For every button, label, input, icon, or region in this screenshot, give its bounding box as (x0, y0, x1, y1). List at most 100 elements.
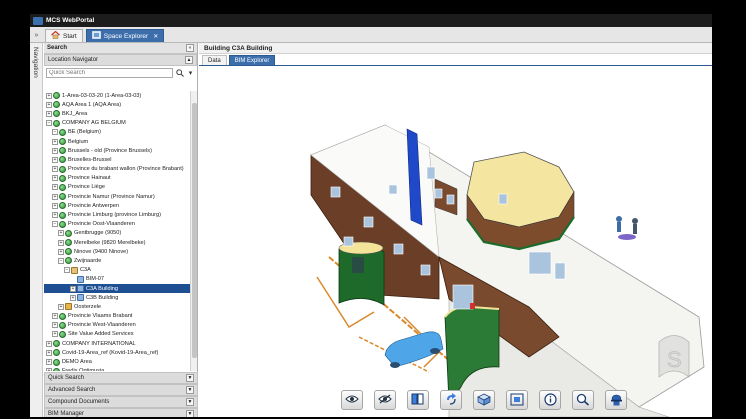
expand-node-icon[interactable]: + (46, 101, 52, 108)
expand-node-icon[interactable]: + (52, 166, 58, 173)
building-3d-model[interactable]: S (199, 67, 712, 417)
expand-node-icon[interactable]: + (52, 175, 58, 182)
tree-node[interactable]: + Province Hainaut (44, 174, 190, 183)
tree-node[interactable]: BIM-07 (44, 275, 190, 284)
cube-view-button[interactable] (473, 390, 495, 410)
tree-node[interactable]: + Provincie Limburg (province Limburg) (44, 210, 190, 219)
tree-node[interactable]: + Ninove (9400 Ninove) (44, 247, 190, 256)
tree-node[interactable]: + Fredis Optimusia (44, 367, 190, 371)
expand-node-icon[interactable]: + (52, 331, 58, 338)
tree-node[interactable]: + Province du brabant wallon (Province Br… (44, 165, 190, 174)
expand-node-icon[interactable]: + (58, 230, 64, 237)
tree-node[interactable]: + Covid-19-Area_ref (Kovid-19-Area_ref) (44, 348, 190, 357)
tree-node[interactable]: + Province Liège (44, 183, 190, 192)
worker-button[interactable] (605, 390, 627, 410)
split-view-button[interactable] (407, 390, 429, 410)
tree-node[interactable]: + Merelbeke (9820 Merelbeke) (44, 238, 190, 247)
location-navigator-header[interactable]: Location Navigator ▲ (44, 54, 197, 66)
zoom-button[interactable] (572, 390, 594, 410)
tree-node[interactable]: + Oosterzele (44, 302, 190, 311)
accordion-quick-search[interactable]: Quick Search ▼ (44, 372, 198, 384)
chevron-down-icon[interactable]: ▾ (186, 68, 195, 77)
expand-node-icon[interactable]: + (46, 368, 52, 371)
expand-node-icon[interactable]: + (52, 138, 58, 145)
tab-start[interactable]: Start (45, 29, 83, 42)
tree-node[interactable]: + Provincie West-Vlaanderen (44, 321, 190, 330)
tree-node[interactable]: + C3B Building (44, 293, 190, 302)
navigation-rail[interactable]: Navigation (30, 43, 43, 417)
expand-navigation-icon[interactable]: » (30, 28, 43, 42)
content-subtabs: Data BIM Explorer (199, 54, 712, 66)
chevron-up-icon[interactable]: ▲ (185, 56, 193, 64)
tree-node[interactable]: + COMPANY INTERNATIONAL (44, 339, 190, 348)
cube-view-icon (477, 393, 491, 408)
tree-node[interactable]: + Provincie Antwerpen (44, 201, 190, 210)
expand-node-icon[interactable]: + (58, 239, 64, 246)
expand-node-icon[interactable]: + (46, 349, 52, 356)
expand-node-icon[interactable]: + (46, 340, 52, 347)
tree-node[interactable]: − COMPANY AG BELGIUM (44, 119, 190, 128)
expand-node-icon[interactable]: + (70, 294, 76, 301)
expand-node-icon[interactable]: + (52, 313, 58, 320)
info-button[interactable] (539, 390, 561, 410)
expand-node-icon[interactable]: + (52, 193, 58, 200)
expand-node-icon[interactable]: + (52, 202, 58, 209)
tree-node[interactable]: + Brussels - old (Province Brussels) (44, 146, 190, 155)
accordion-compound-documents[interactable]: Compound Documents ▼ (44, 396, 198, 408)
search-icon[interactable] (175, 68, 184, 77)
collapse-node-icon[interactable]: − (64, 267, 70, 274)
expand-node-icon[interactable]: + (46, 359, 52, 366)
collapse-node-icon[interactable]: − (52, 129, 58, 136)
accordion-advanced-search[interactable]: Advanced Search ▼ (44, 384, 198, 396)
chevron-down-icon[interactable]: ▼ (186, 374, 194, 382)
tree-node[interactable]: − Zwijnaarde (44, 256, 190, 265)
tree-scrollbar-thumb[interactable] (192, 103, 197, 358)
tree-node[interactable]: + Site Value Added Services (44, 330, 190, 339)
tab-space-explorer[interactable]: Space Explorer ✕ (85, 29, 165, 42)
tree-node-label: Gentbrugge (9050) (74, 230, 122, 237)
hide-elements-button[interactable] (374, 390, 396, 410)
expand-node-icon[interactable]: + (52, 184, 58, 191)
fit-view-button[interactable] (506, 390, 528, 410)
chevron-down-icon[interactable]: ▼ (186, 398, 194, 406)
chevron-down-icon[interactable]: ▼ (186, 410, 194, 417)
tree-node[interactable]: + BKJ_Area (44, 109, 190, 118)
quick-search-input[interactable] (46, 67, 173, 78)
subtab-data[interactable]: Data (202, 55, 227, 65)
close-icon[interactable]: ✕ (153, 33, 158, 40)
bim-viewer[interactable]: S (199, 67, 712, 417)
tree-node[interactable]: + DEMO Area (44, 357, 190, 366)
collapse-node-icon[interactable]: − (46, 120, 52, 127)
tree-node[interactable]: + Belgium (44, 137, 190, 146)
tree-node[interactable]: + Provincie Namur (Province Namur) (44, 192, 190, 201)
tree-node[interactable]: + C3A Building (44, 283, 190, 294)
expand-node-icon[interactable]: + (58, 303, 64, 310)
tree-node[interactable]: − BE (Belgium) (44, 128, 190, 137)
subtab-bim-explorer[interactable]: BIM Explorer (228, 55, 276, 65)
tree-node[interactable]: + Bruxelles-Brussel (44, 155, 190, 164)
chevron-down-icon[interactable]: ▼ (186, 386, 194, 394)
show-elements-button[interactable] (341, 390, 363, 410)
expand-node-icon[interactable]: + (52, 147, 58, 154)
expand-node-icon[interactable]: + (46, 110, 52, 117)
expand-node-icon[interactable]: + (52, 156, 58, 163)
expand-node-icon[interactable]: + (52, 212, 58, 219)
expand-node-icon[interactable]: + (52, 322, 58, 329)
collapse-node-icon[interactable]: − (52, 221, 58, 228)
tree-node[interactable]: +1-Area-03-03-20 (1-Area-03-03) (44, 91, 190, 100)
expand-node-icon[interactable]: + (58, 248, 64, 255)
site-icon (59, 220, 66, 228)
tree-node[interactable]: + Provincie Vlaams Brabant (44, 312, 190, 321)
tree-node[interactable]: − C3A (44, 266, 190, 275)
tree-node-label: Merelbeke (9820 Merelbeke) (74, 239, 146, 246)
expand-node-icon[interactable]: + (46, 92, 52, 99)
tree-node[interactable]: − Provincie Oost-Vlaanderen (44, 220, 190, 229)
tree-node[interactable]: + AQA Area 1 (AQA Area) (44, 100, 190, 109)
collapse-node-icon[interactable]: − (58, 257, 64, 264)
rotate-button[interactable] (440, 390, 462, 410)
expand-node-icon[interactable]: + (70, 285, 76, 292)
tree-node[interactable]: + Gentbrugge (9050) (44, 229, 190, 238)
collapse-panel-button[interactable]: « (186, 44, 194, 52)
accordion-bim-manager[interactable]: BIM Manager ▼ (44, 408, 198, 417)
tree-scrollbar[interactable] (190, 91, 197, 371)
